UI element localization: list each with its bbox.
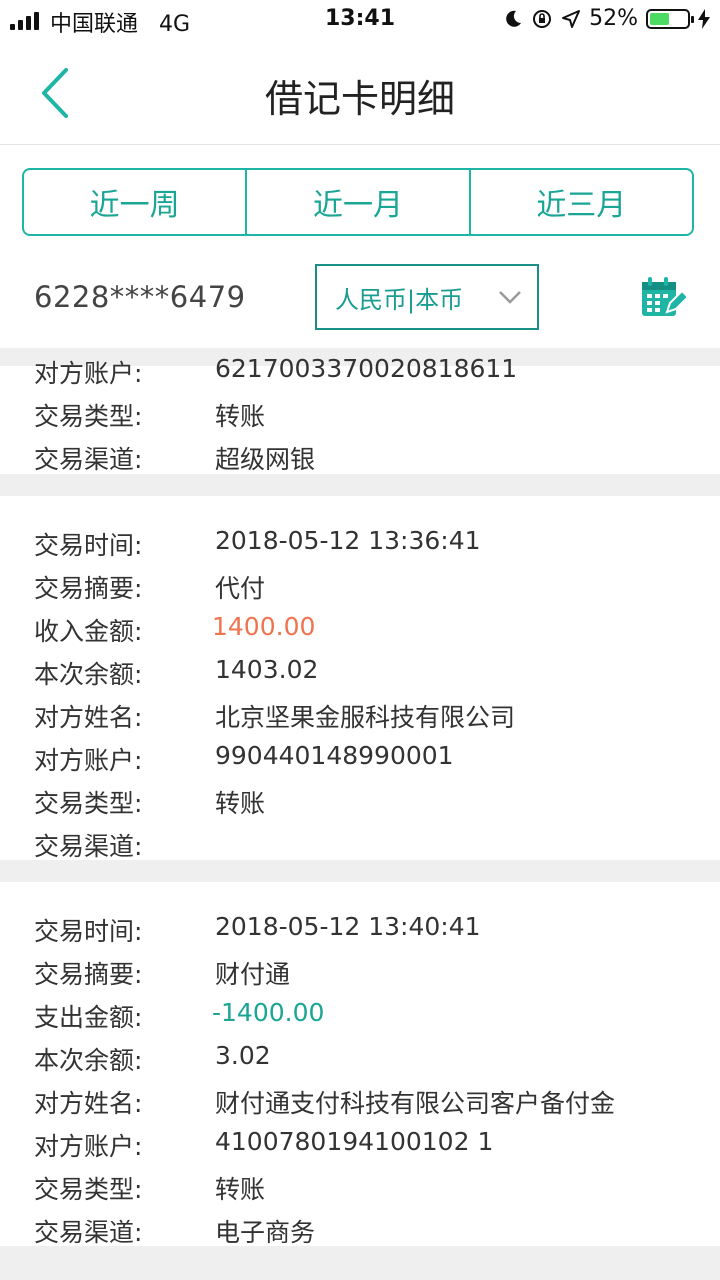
field-value: 财付通支付科技有限公司客户备付金: [215, 1089, 616, 1118]
field-value: 2018-05-12 13:36:41: [215, 526, 481, 555]
field-value: 1403.02: [215, 655, 319, 684]
transaction-field-row: 交易类型: 转账: [0, 397, 720, 441]
field-label: 交易摘要:: [34, 960, 143, 989]
transaction-field-row: 交易类型: 转账: [0, 784, 720, 828]
tab-one-month[interactable]: 近一月: [245, 170, 468, 234]
transaction-field-row: 本次余额: 1403.02: [0, 655, 720, 699]
chevron-down-icon: [499, 291, 521, 304]
account-bar: 6228****6479 人民币|本币: [0, 248, 720, 348]
currency-select[interactable]: 人民币|本币: [315, 264, 539, 330]
field-label: 交易渠道:: [34, 445, 143, 474]
transaction-field-row: 对方账户: 4100780194100102 1: [0, 1127, 720, 1171]
field-value: -1400.00: [212, 998, 325, 1027]
transaction-field-row: 收入金额: 1400.00: [0, 612, 720, 656]
status-right: 52%: [503, 6, 710, 31]
field-value: 4100780194100102 1: [215, 1127, 494, 1156]
account-number: 6228****6479: [34, 280, 246, 314]
field-value: 超级网银: [215, 445, 316, 474]
field-value: 3.02: [215, 1041, 271, 1070]
field-label: 对方账户:: [34, 359, 143, 388]
field-label: 交易渠道:: [34, 832, 143, 861]
field-label: 交易时间:: [34, 917, 143, 946]
transaction-field-row: 交易时间: 2018-05-12 13:36:41: [0, 526, 720, 570]
field-label: 对方账户:: [34, 1132, 143, 1161]
transaction-field-row: 支出金额: -1400.00: [0, 998, 720, 1042]
field-value: 转账: [215, 402, 266, 431]
field-label: 对方账户:: [34, 746, 143, 775]
tab-three-months[interactable]: 近三月: [468, 170, 692, 234]
field-label: 交易类型:: [34, 789, 143, 818]
status-bar: 中国联通 4G 13:41 52%: [0, 0, 720, 40]
page-title: 借记卡明细: [264, 77, 455, 121]
field-label: 支出金额:: [34, 1003, 143, 1032]
calendar-edit-icon[interactable]: [640, 276, 686, 320]
nav-bar: 借记卡明细: [0, 40, 720, 145]
transaction-field-row: 交易类型: 转账: [0, 1170, 720, 1214]
field-value: 990440148990001: [215, 741, 454, 770]
transaction-card[interactable]: 交易时间: 2018-05-12 13:40:41 交易摘要: 财付通支出金额: -14…: [0, 882, 720, 1247]
battery-percent: 52%: [589, 6, 638, 31]
location-arrow-icon: [562, 9, 581, 28]
period-tabs: 近一周 近一月 近三月: [22, 168, 694, 236]
battery-icon: [646, 8, 694, 29]
transaction-field-row: 交易摘要: 代付: [0, 569, 720, 613]
transaction-field-row: 交易渠道: 超级网银: [0, 440, 720, 484]
transaction-field-row: 对方姓名: 财付通支付科技有限公司客户备付金: [0, 1084, 720, 1128]
field-value: 北京坚果金服科技有限公司: [215, 703, 516, 732]
field-label: 本次余额:: [34, 1046, 143, 1075]
field-label: 交易类型:: [34, 1175, 143, 1204]
transaction-field-row: 对方账户: 990440148990001: [0, 741, 720, 785]
field-value: 转账: [215, 1175, 266, 1204]
field-label: 对方姓名:: [34, 1089, 143, 1118]
transaction-field-row: 交易渠道:: [0, 827, 720, 871]
field-value: 6217003370020818611: [215, 354, 518, 383]
transaction-field-row: 交易时间: 2018-05-12 13:40:41: [0, 912, 720, 956]
transaction-list[interactable]: 对方账户: 6217003370020818611 交易类型: 转账 交易渠道: 超级网银…: [0, 348, 720, 1280]
transaction-field-row: 对方姓名: 北京坚果金服科技有限公司: [0, 698, 720, 742]
field-label: 交易渠道:: [34, 1218, 143, 1247]
transaction-field-row: 交易渠道: 电子商务: [0, 1213, 720, 1257]
tab-one-week[interactable]: 近一周: [24, 170, 245, 234]
field-label: 交易摘要:: [34, 574, 143, 603]
transaction-card[interactable]: 交易时间: 2018-05-12 13:36:41 交易摘要: 代付收入金额: 1400…: [0, 496, 720, 861]
transaction-field-row: 对方账户: 6217003370020818611: [0, 354, 720, 398]
charging-bolt-icon: [698, 8, 710, 29]
field-value: 电子商务: [215, 1218, 316, 1247]
transaction-field-row: 本次余额: 3.02: [0, 1041, 720, 1085]
transaction-card[interactable]: 对方账户: 6217003370020818611 交易类型: 转账交易渠道: 超级网银: [0, 354, 720, 474]
field-label: 本次余额:: [34, 660, 143, 689]
currency-label: 人民币|本币: [335, 285, 464, 314]
transaction-field-row: 交易摘要: 财付通: [0, 955, 720, 999]
field-label: 对方姓名:: [34, 703, 143, 732]
field-label: 交易时间:: [34, 531, 143, 560]
field-label: 收入金额:: [34, 617, 143, 646]
rotation-lock-icon: [533, 9, 552, 28]
field-value: 代付: [215, 574, 266, 603]
field-value: 1400.00: [212, 612, 316, 641]
moon-icon: [506, 10, 522, 27]
field-label: 交易类型:: [34, 402, 143, 431]
field-value: 财付通: [215, 960, 291, 989]
field-value: 2018-05-12 13:40:41: [215, 912, 481, 941]
field-value: 转账: [215, 789, 266, 818]
